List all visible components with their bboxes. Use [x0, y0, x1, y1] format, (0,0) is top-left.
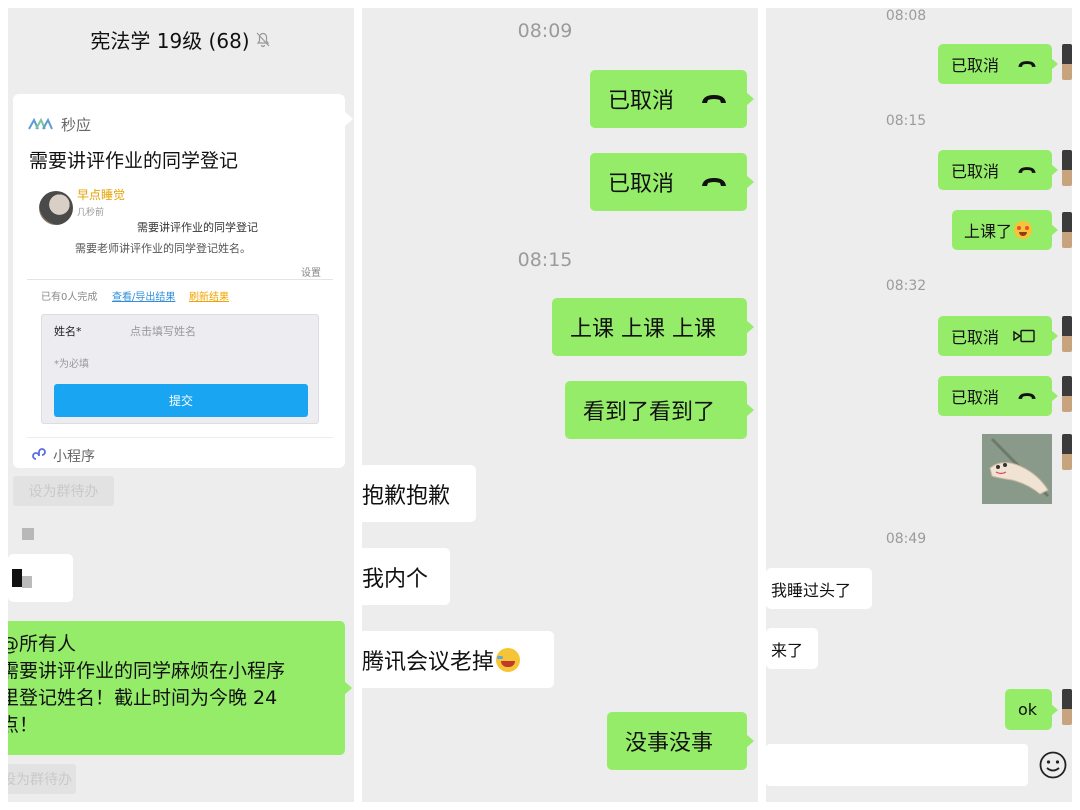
author-name: 早点睡觉 — [77, 188, 126, 202]
group-title: 宪法学 19级 (68) — [90, 28, 250, 53]
message-bubble[interactable]: 来了 — [766, 628, 818, 669]
hangup-phone-icon — [1018, 167, 1036, 173]
message-text: 腾讯会议老掉 — [362, 649, 495, 675]
message-bubble[interactable]: 我内个 — [362, 548, 450, 605]
timestamp: 08:49 — [885, 531, 927, 547]
cancelled-call-bubble[interactable]: 已取消 — [938, 376, 1058, 416]
chat-panel-private: 08:09 已取消 已取消 08:15 上课 上课 上课 看到了看到了 抱歉抱歉… — [362, 8, 758, 802]
call-status: 已取消 — [951, 328, 1000, 347]
chat-panel-private-2: 08:08 已取消 08:15 已取消 上课了 08:32 已取消 已取消 08… — [766, 8, 1072, 802]
emoji-icon[interactable] — [1038, 750, 1068, 780]
call-status: 已取消 — [951, 56, 1000, 75]
timestamp: 08:15 — [885, 113, 927, 129]
avatar[interactable] — [1062, 434, 1072, 470]
set-todo-button[interactable]: 设为群待办 — [8, 764, 76, 794]
mini-program-footer: 小程序 — [53, 449, 95, 465]
message-bubble[interactable]: 我睡过头了 — [766, 568, 872, 609]
name-label: 姓名* — [54, 325, 82, 338]
settings-link[interactable]: 设置 — [301, 264, 321, 279]
blurred-message-bubble — [8, 554, 73, 602]
announcement-bubble[interactable]: @所有人 需要讲评作业的同学麻烦在小程序 里登记姓名！截止时间为今晚 24 点！ — [8, 621, 352, 755]
cancelled-call-bubble[interactable]: 已取消 — [590, 70, 754, 128]
laughing-emoji-icon — [496, 647, 521, 672]
submit-button[interactable]: 提交 — [54, 384, 308, 417]
sticker-dog-icon — [982, 434, 1052, 504]
message-bubble[interactable]: 上课了 — [952, 210, 1058, 250]
divider — [27, 437, 333, 438]
video-call-icon — [1013, 329, 1035, 343]
author-avatar — [39, 191, 73, 225]
hangup-phone-icon — [702, 95, 727, 103]
call-status: 已取消 — [951, 162, 1000, 181]
blurred-avatar — [22, 528, 34, 540]
mute-bell-icon — [256, 32, 270, 48]
message-bubble[interactable]: 看到了看到了 — [565, 381, 754, 439]
refresh-link[interactable]: 刷新结果 — [189, 288, 229, 303]
avatar[interactable] — [1062, 689, 1072, 725]
hangup-phone-icon — [1018, 61, 1036, 67]
message-bubble[interactable]: 上课 上课 上课 — [552, 298, 754, 356]
avatar[interactable] — [1062, 316, 1072, 352]
announcement-line: 需要讲评作业的同学麻烦在小程序 — [8, 660, 286, 682]
timestamp: 08:15 — [517, 249, 573, 271]
call-status: 已取消 — [951, 388, 1000, 407]
announcement-line: @所有人 — [8, 633, 77, 655]
message-input[interactable] — [766, 744, 1028, 786]
timestamp: 08:32 — [885, 278, 927, 294]
call-status: 已取消 — [608, 89, 675, 114]
form-box: 姓名* 点击填写姓名 *为必填 提交 — [41, 314, 319, 424]
mini-program-card[interactable]: 秒应 需要讲评作业的同学登记 早点睡觉 几秒前 需要讲评作业的同学登记 需要老师… — [13, 94, 345, 468]
divider — [27, 279, 333, 280]
inner-description: 需要老师讲评作业的同学登记姓名。 — [75, 242, 251, 255]
set-todo-button[interactable]: 设为群待办 — [13, 476, 114, 506]
avatar[interactable] — [1062, 376, 1072, 412]
announcement-line: 点！ — [8, 714, 39, 736]
inner-title: 需要讲评作业的同学登记 — [137, 221, 258, 234]
cheering-emoji-icon — [1014, 221, 1033, 239]
cancelled-call-bubble[interactable]: 已取消 — [590, 153, 754, 211]
hangup-phone-icon — [702, 178, 727, 186]
cancelled-video-call-bubble[interactable]: 已取消 — [938, 316, 1058, 356]
hangup-phone-icon — [1018, 393, 1036, 399]
message-text: 上课了 — [964, 222, 1013, 241]
call-status: 已取消 — [608, 172, 675, 197]
cancelled-call-bubble[interactable]: 已取消 — [938, 150, 1058, 190]
timestamp: 08:08 — [885, 8, 927, 24]
avatar[interactable] — [1062, 44, 1072, 80]
chat-header: 宪法学 19级 (68) — [8, 8, 354, 70]
card-title: 需要讲评作业的同学登记 — [29, 150, 239, 172]
message-bubble[interactable]: 腾讯会议老掉 — [362, 631, 554, 688]
view-export-link[interactable]: 查看/导出结果 — [112, 288, 175, 303]
miaoying-logo-icon — [28, 117, 53, 130]
message-bubble[interactable]: ok — [1005, 689, 1058, 730]
sticker-image[interactable] — [982, 434, 1052, 504]
chat-panel-group: 宪法学 19级 (68) 秒应 需要讲评作业的同学登记 早点睡觉 几秒前 需要讲… — [8, 8, 354, 802]
mini-app-name: 秒应 — [61, 116, 92, 134]
completed-count: 已有0人完成 — [41, 292, 98, 303]
name-input[interactable]: 点击填写姓名 — [130, 323, 196, 339]
mini-program-icon — [32, 448, 46, 460]
author-time: 几秒前 — [77, 208, 105, 218]
avatar[interactable] — [1062, 150, 1072, 186]
required-note: *为必填 — [54, 359, 89, 370]
announcement-line: 里登记姓名！截止时间为今晚 24 — [8, 687, 278, 709]
message-bubble[interactable]: 没事没事 — [607, 712, 754, 770]
avatar[interactable] — [1062, 212, 1072, 248]
message-bubble[interactable]: 抱歉抱歉 — [362, 465, 476, 522]
cancelled-call-bubble[interactable]: 已取消 — [938, 44, 1058, 84]
timestamp: 08:09 — [517, 20, 573, 42]
